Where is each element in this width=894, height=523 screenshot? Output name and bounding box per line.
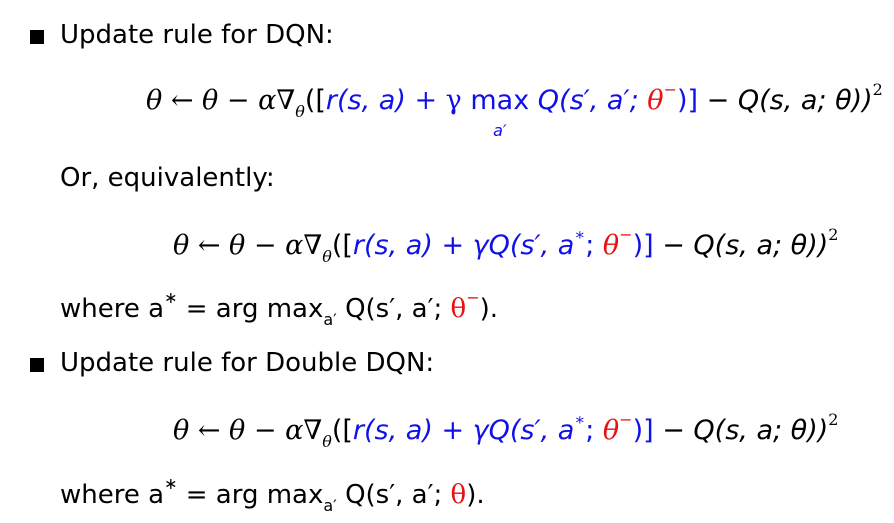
eq3-minus-q: − Q(s, a; θ)) <box>653 415 829 446</box>
slide: Update rule for DQN: θ ← θ − α∇θ([r(s, a… <box>0 0 894 523</box>
where2-theta: θ <box>450 480 467 510</box>
eq2-plus-gamma-q: + γQ(s′, a <box>432 230 575 261</box>
eq1-plus-gamma: + γ <box>405 85 471 116</box>
eq1-max-under: a′ <box>493 121 507 140</box>
eq1-q-target: Q(s′, a′; <box>529 85 648 116</box>
bullet-double-dqn: Update rule for Double DQN: <box>30 348 434 378</box>
where1-a: a <box>148 294 165 324</box>
where-line-double-dqn: where a∗ = arg maxa′ Q(s′, a′; θ). <box>60 476 485 516</box>
where1-theta: θ <box>450 294 467 324</box>
eq1-close-target: )] <box>676 85 699 116</box>
eq2-close-target: )] <box>632 230 654 261</box>
where2-eq: = arg max <box>177 480 324 510</box>
where2-prefix: where <box>60 480 149 510</box>
eq3-star: ∗ <box>574 410 586 429</box>
eq2-reward: r(s, a) <box>352 230 433 261</box>
where1-prefix: where <box>60 294 149 324</box>
where1-end: ). <box>479 294 499 324</box>
equation-dqn-max: θ ← θ − α∇θ([r(s, a) + γ max a′ Q(s′, a′;… <box>146 82 883 141</box>
bullet-square-icon <box>30 358 44 372</box>
bullet-double-dqn-label: Update rule for Double DQN: <box>60 348 435 378</box>
eq1-grad-sub: θ <box>295 102 305 122</box>
eq3-lhs: θ ← θ − α∇ <box>173 415 323 446</box>
where2-q: Q(s′, a′; <box>336 480 451 510</box>
eq3-open: ([ <box>331 415 353 446</box>
eq2-lhs: θ ← θ − α∇ <box>173 230 323 261</box>
eq1-reward: r(s, a) <box>325 85 406 116</box>
eq1-theta-minus: θ <box>647 85 664 116</box>
where-line-dqn: where a∗ = arg maxa′ Q(s′, a′; θ−). <box>60 290 499 330</box>
eq3-grad-sub: θ <box>322 432 332 452</box>
eq1-max-word: max <box>470 85 530 116</box>
where2-sub: a′ <box>323 496 337 516</box>
eq1-square: 2 <box>872 80 883 99</box>
eq1-open: ([ <box>304 85 326 116</box>
eq1-minus-q: − Q(s, a; θ)) <box>698 85 873 116</box>
eq1-max-operator: max a′ <box>470 84 530 140</box>
bullet-dqn: Update rule for DQN: <box>30 20 334 50</box>
eq2-star: ∗ <box>574 225 586 244</box>
eq3-theta-minus: θ <box>602 415 620 446</box>
eq3-close-target: )] <box>632 415 654 446</box>
where1-q: Q(s′, a′; <box>336 294 451 324</box>
where1-star: ∗ <box>164 288 178 308</box>
eq2-open: ([ <box>331 230 353 261</box>
equation-double-dqn: θ ← θ − α∇θ([r(s, a) + γQ(s′, a∗; θ−)] −… <box>173 412 838 452</box>
where1-sub: a′ <box>323 310 337 330</box>
eq3-sep: ; <box>585 415 603 446</box>
where2-end: ). <box>466 480 485 510</box>
where1-eq: = arg max <box>177 294 324 324</box>
eq2-theta-minus-sup: − <box>619 225 633 244</box>
eq2-square: 2 <box>828 225 839 244</box>
eq3-reward: r(s, a) <box>352 415 433 446</box>
eq2-grad-sub: θ <box>322 247 332 267</box>
eq1-lhs: θ ← θ − α∇ <box>146 85 296 116</box>
eq3-theta-minus-sup: − <box>619 410 633 429</box>
eq1-theta-minus-sup: − <box>663 80 677 99</box>
eq3-plus-gamma-q: + γQ(s′, a <box>432 415 575 446</box>
connector-text: Or, equivalently: <box>60 163 275 193</box>
eq3-square: 2 <box>828 410 839 429</box>
bullet-square-icon <box>30 30 44 44</box>
where1-theta-sup: − <box>466 288 480 308</box>
eq2-minus-q: − Q(s, a; θ)) <box>653 230 829 261</box>
where2-a: a <box>148 480 165 510</box>
bullet-dqn-label: Update rule for DQN: <box>60 20 334 50</box>
equation-dqn-equivalent: θ ← θ − α∇θ([r(s, a) + γQ(s′, a∗; θ−)] −… <box>173 227 838 267</box>
eq2-theta-minus: θ <box>602 230 620 261</box>
where2-star: ∗ <box>164 474 178 494</box>
eq2-sep: ; <box>585 230 603 261</box>
